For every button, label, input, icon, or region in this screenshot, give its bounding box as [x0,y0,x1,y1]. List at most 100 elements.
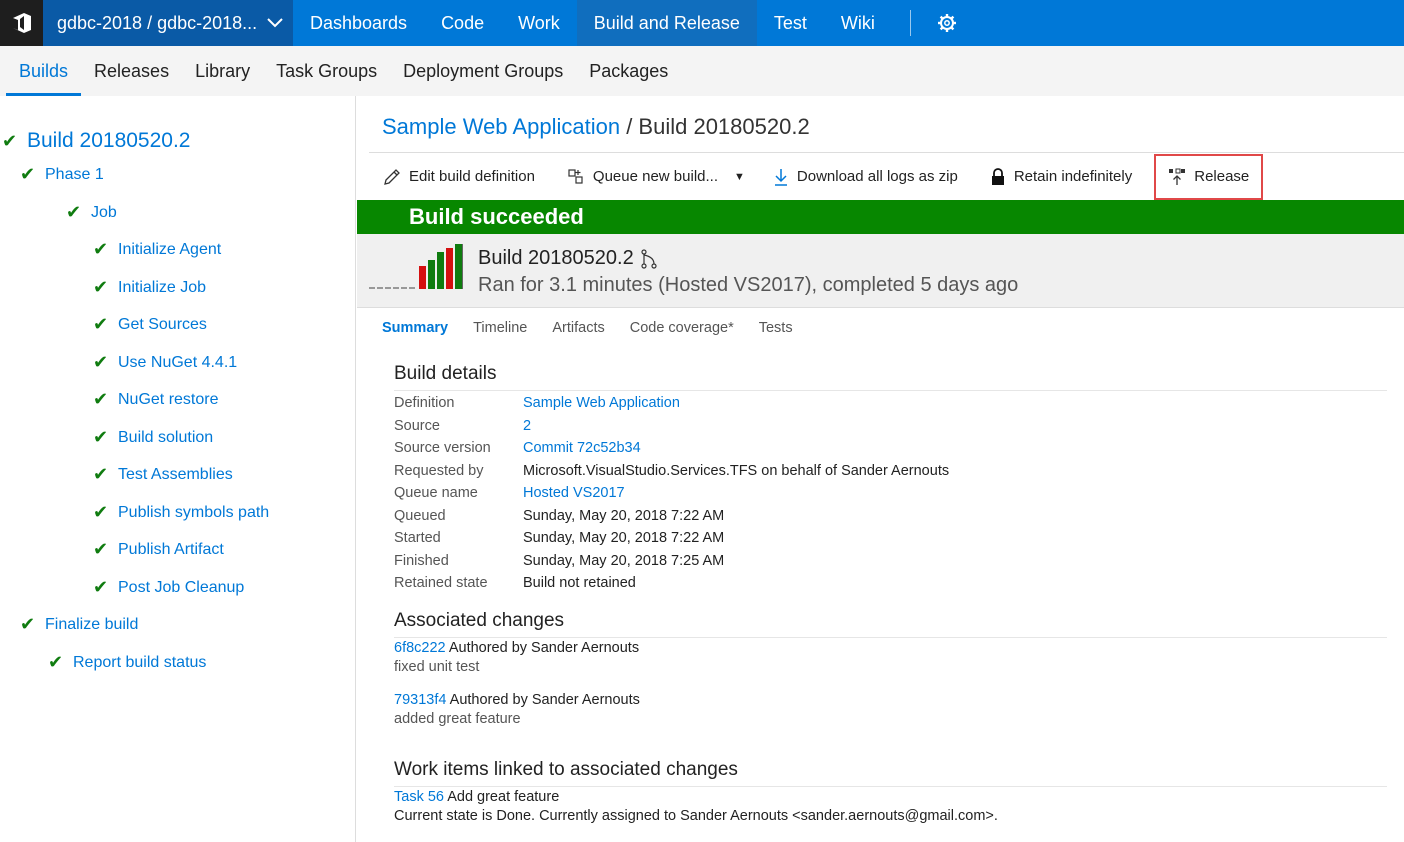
detail-value[interactable]: Hosted VS2017 [523,485,625,501]
detail-key: Queued [394,507,446,524]
history-bar [437,252,444,289]
build-step-tree: ✔ Build 20180520.2 ✔ Phase 1 ✔ Job ✔ Initialize… [0,96,356,842]
tab-packages[interactable]: Packages [576,46,681,96]
section-divider [394,637,1387,638]
work-items-title: Work items linked to associated changes [394,759,738,780]
section-divider [394,390,1387,391]
detail-key: Finished [394,552,449,569]
tab-timeline[interactable]: Timeline [473,320,527,336]
branch-icon[interactable] [640,248,658,269]
release-button[interactable]: Release [1154,153,1264,200]
tree-item-step[interactable]: ✔ Initialize Agent [93,239,221,260]
checkmark-icon: ✔ [93,314,109,334]
hub-nav: Dashboards Code Work Build and Release T… [293,0,892,46]
commit-message: fixed unit test [394,659,480,675]
release-icon [1169,168,1186,185]
download-logs-label: Download all logs as zip [796,168,958,185]
tree-item-label: Initialize Job [118,278,207,296]
tab-deployment-groups[interactable]: Deployment Groups [390,46,576,96]
top-navigation-bar: gdbc-2018 / gdbc-2018... Dashboards Code… [0,0,1404,46]
breadcrumb-definition-link[interactable]: Sample Web Application [382,114,620,139]
tree-item-step[interactable]: ✔ Report build status [48,652,206,673]
detail-value: Sunday, May 20, 2018 7:22 AM [523,507,725,524]
tree-item-label: Phase 1 [45,165,104,183]
checkmark-icon: ✔ [93,427,109,447]
tree-item-step[interactable]: ✔ Finalize build [20,614,138,635]
queue-new-build-button[interactable]: Queue new build... ▼ [553,155,759,199]
commit-link[interactable]: 79313f4 [394,692,446,708]
detail-value: Microsoft.VisualStudio.Services.TFS on b… [523,462,950,479]
detail-value: Sunday, May 20, 2018 7:22 AM [523,530,725,547]
vsts-logo-icon[interactable] [0,0,43,46]
build-details-title: Build details [394,363,497,384]
detail-key: Retained state [394,575,488,592]
tree-item-label: Publish Artifact [118,540,224,558]
nav-wiki[interactable]: Wiki [824,0,892,46]
detail-value[interactable]: 2 [523,418,531,434]
commit-message: added great feature [394,711,521,727]
retain-indefinitely-button[interactable]: Retain indefinitely [976,155,1146,199]
gear-icon[interactable] [937,13,957,33]
associated-changes-title: Associated changes [394,610,565,631]
detail-value: Sunday, May 20, 2018 7:25 AM [523,552,725,569]
tab-builds[interactable]: Builds [6,46,82,96]
nav-build-and-release[interactable]: Build and Release [576,0,757,46]
change-item: 6f8c222 Authored by Sander Aernouts fixe… [394,640,639,675]
nav-test[interactable]: Test [757,0,824,46]
tree-item-step[interactable]: ✔ Get Sources [93,314,207,335]
tree-item-label: Post Job Cleanup [118,578,245,596]
tree-item-step[interactable]: ✔ NuGet restore [93,389,218,410]
tree-item-step[interactable]: ✔ Initialize Job [93,277,206,298]
detail-value: Build not retained [523,575,636,592]
checkmark-icon: ✔ [93,389,109,409]
tab-library[interactable]: Library [182,46,263,96]
work-item: Task 56 Add great feature Current state … [394,789,998,824]
queue-new-build-label: Queue new build... [592,168,719,185]
tree-item-step[interactable]: ✔ Use NuGet 4.4.1 [93,352,237,373]
tree-item-step[interactable]: ✔ Publish symbols path [93,502,269,523]
queue-build-icon [568,168,583,184]
tree-item-step[interactable]: ✔ Publish Artifact [93,539,224,560]
commit-author: Authored by Sander Aernouts [446,692,640,708]
tree-item-step[interactable]: ✔ Post Job Cleanup [93,577,244,598]
tree-item-step[interactable]: ✔ Build solution [93,427,213,448]
project-name: gdbc-2018 / gdbc-2018... [57,12,258,33]
tree-item-step[interactable]: ✔ Test Assemblies [93,464,233,485]
tab-releases[interactable]: Releases [81,46,182,96]
tab-tests[interactable]: Tests [759,320,793,336]
build-info-header: Build 20180520.2 Ran for 3.1 minutes (Ho… [357,234,1404,308]
tree-item-step[interactable]: ✔ Phase 1 [20,164,104,185]
build-history-chart[interactable] [369,244,471,290]
detail-value[interactable]: Sample Web Application [523,395,680,411]
detail-key: Definition [394,395,455,412]
nav-dashboards[interactable]: Dashboards [293,0,424,46]
tree-item-label: Finalize build [45,615,139,633]
detail-key: Source [394,417,440,434]
commit-link[interactable]: 6f8c222 [394,640,446,656]
detail-row: Retained state Build not retained [394,572,949,595]
detail-row: Queue name Hosted VS2017 [394,482,949,505]
project-selector[interactable]: gdbc-2018 / gdbc-2018... [43,0,293,46]
lock-icon [991,167,1004,185]
release-label: Release [1194,168,1250,185]
edit-build-definition-button[interactable]: Edit build definition [369,155,549,199]
history-bar [419,266,426,289]
checkmark-icon: ✔ [20,164,36,184]
caret-down-icon[interactable]: ▼ [734,171,745,183]
work-item-link[interactable]: Task 56 [394,789,444,805]
tree-item-step[interactable]: ✔ Build 20180520.2 [2,129,190,153]
detail-key: Started [394,530,441,547]
tab-summary[interactable]: Summary [382,320,448,336]
nav-code[interactable]: Code [424,0,501,46]
tab-code-coverage[interactable]: Code coverage* [630,320,734,336]
tree-item-step[interactable]: ✔ Job [66,202,117,223]
detail-value[interactable]: Commit 72c52b34 [523,440,641,456]
nav-work[interactable]: Work [501,0,577,46]
tree-item-label: Test Assemblies [118,465,233,483]
tab-task-groups[interactable]: Task Groups [263,46,390,96]
download-logs-button[interactable]: Download all logs as zip [759,155,972,199]
checkmark-icon: ✔ [93,464,109,484]
tab-artifacts[interactable]: Artifacts [552,320,604,336]
tree-item-label: Build solution [118,428,214,446]
checkmark-icon: ✔ [66,202,82,222]
